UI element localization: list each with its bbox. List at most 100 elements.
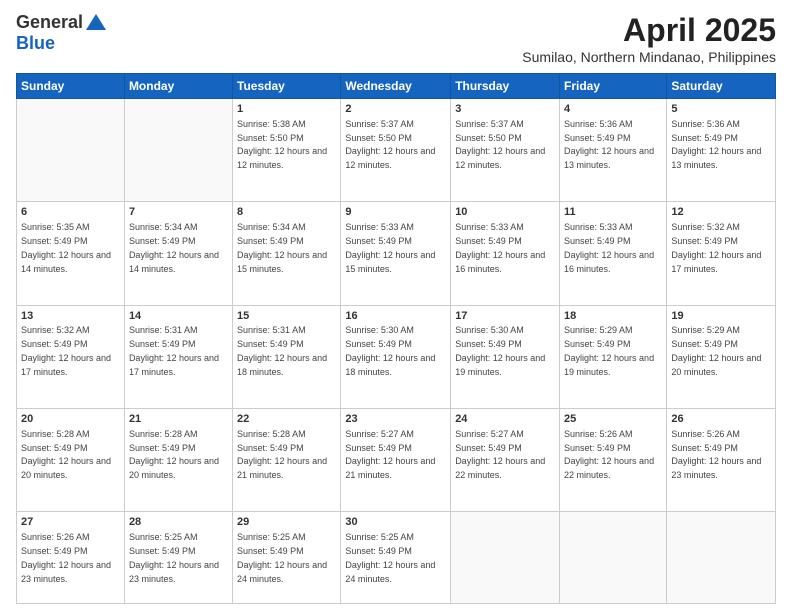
day-cell-14: 14 Sunrise: 5:31 AMSunset: 5:49 PMDaylig…	[124, 305, 232, 408]
day-info: Sunrise: 5:37 AMSunset: 5:50 PMDaylight:…	[345, 119, 435, 170]
day-number: 2	[345, 102, 446, 117]
day-info: Sunrise: 5:33 AMSunset: 5:49 PMDaylight:…	[455, 222, 545, 273]
table-row: 1 Sunrise: 5:38 AMSunset: 5:50 PMDayligh…	[17, 99, 776, 202]
day-cell-22: 22 Sunrise: 5:28 AMSunset: 5:49 PMDaylig…	[233, 408, 341, 511]
day-cell-29: 29 Sunrise: 5:25 AMSunset: 5:49 PMDaylig…	[233, 512, 341, 604]
header-tuesday: Tuesday	[233, 74, 341, 99]
day-info: Sunrise: 5:33 AMSunset: 5:49 PMDaylight:…	[564, 222, 654, 273]
day-number: 14	[129, 309, 228, 324]
table-row: 20 Sunrise: 5:28 AMSunset: 5:49 PMDaylig…	[17, 408, 776, 511]
day-cell-13: 13 Sunrise: 5:32 AMSunset: 5:49 PMDaylig…	[17, 305, 125, 408]
day-cell-1: 1 Sunrise: 5:38 AMSunset: 5:50 PMDayligh…	[233, 99, 341, 202]
day-number: 10	[455, 205, 555, 220]
day-info: Sunrise: 5:29 AMSunset: 5:49 PMDaylight:…	[671, 325, 761, 376]
title-month: April 2025	[522, 12, 776, 49]
day-info: Sunrise: 5:32 AMSunset: 5:49 PMDaylight:…	[21, 325, 111, 376]
day-number: 5	[671, 102, 771, 117]
day-cell-25: 25 Sunrise: 5:26 AMSunset: 5:49 PMDaylig…	[560, 408, 667, 511]
weekday-header-row: Sunday Monday Tuesday Wednesday Thursday…	[17, 74, 776, 99]
day-number: 22	[237, 412, 336, 427]
day-number: 18	[564, 309, 662, 324]
day-number: 24	[455, 412, 555, 427]
day-cell-16: 16 Sunrise: 5:30 AMSunset: 5:49 PMDaylig…	[341, 305, 451, 408]
day-cell-2: 2 Sunrise: 5:37 AMSunset: 5:50 PMDayligh…	[341, 99, 451, 202]
day-cell-10: 10 Sunrise: 5:33 AMSunset: 5:49 PMDaylig…	[451, 202, 560, 305]
empty-cell	[451, 512, 560, 604]
day-number: 8	[237, 205, 336, 220]
day-cell-12: 12 Sunrise: 5:32 AMSunset: 5:49 PMDaylig…	[667, 202, 776, 305]
header-thursday: Thursday	[451, 74, 560, 99]
day-number: 20	[21, 412, 120, 427]
day-info: Sunrise: 5:27 AMSunset: 5:49 PMDaylight:…	[455, 429, 545, 480]
day-info: Sunrise: 5:29 AMSunset: 5:49 PMDaylight:…	[564, 325, 654, 376]
day-info: Sunrise: 5:27 AMSunset: 5:49 PMDaylight:…	[345, 429, 435, 480]
day-cell-27: 27 Sunrise: 5:26 AMSunset: 5:49 PMDaylig…	[17, 512, 125, 604]
day-cell-11: 11 Sunrise: 5:33 AMSunset: 5:49 PMDaylig…	[560, 202, 667, 305]
table-row: 6 Sunrise: 5:35 AMSunset: 5:49 PMDayligh…	[17, 202, 776, 305]
table-row: 13 Sunrise: 5:32 AMSunset: 5:49 PMDaylig…	[17, 305, 776, 408]
day-cell-5: 5 Sunrise: 5:36 AMSunset: 5:49 PMDayligh…	[667, 99, 776, 202]
day-number: 7	[129, 205, 228, 220]
header: General Blue April 2025 Sumilao, Norther…	[16, 12, 776, 65]
day-info: Sunrise: 5:25 AMSunset: 5:49 PMDaylight:…	[129, 532, 219, 583]
day-info: Sunrise: 5:26 AMSunset: 5:49 PMDaylight:…	[671, 429, 761, 480]
title-block: April 2025 Sumilao, Northern Mindanao, P…	[522, 12, 776, 65]
title-location: Sumilao, Northern Mindanao, Philippines	[522, 49, 776, 65]
day-info: Sunrise: 5:34 AMSunset: 5:49 PMDaylight:…	[129, 222, 219, 273]
day-number: 11	[564, 205, 662, 220]
table-row: 27 Sunrise: 5:26 AMSunset: 5:49 PMDaylig…	[17, 512, 776, 604]
day-number: 26	[671, 412, 771, 427]
day-number: 1	[237, 102, 336, 117]
day-cell-24: 24 Sunrise: 5:27 AMSunset: 5:49 PMDaylig…	[451, 408, 560, 511]
header-monday: Monday	[124, 74, 232, 99]
day-info: Sunrise: 5:31 AMSunset: 5:49 PMDaylight:…	[129, 325, 219, 376]
day-number: 12	[671, 205, 771, 220]
day-info: Sunrise: 5:36 AMSunset: 5:49 PMDaylight:…	[564, 119, 654, 170]
day-number: 19	[671, 309, 771, 324]
day-info: Sunrise: 5:28 AMSunset: 5:49 PMDaylight:…	[21, 429, 111, 480]
day-info: Sunrise: 5:38 AMSunset: 5:50 PMDaylight:…	[237, 119, 327, 170]
empty-cell	[124, 99, 232, 202]
day-cell-26: 26 Sunrise: 5:26 AMSunset: 5:49 PMDaylig…	[667, 408, 776, 511]
day-info: Sunrise: 5:26 AMSunset: 5:49 PMDaylight:…	[21, 532, 111, 583]
logo: General Blue	[16, 12, 107, 54]
day-cell-3: 3 Sunrise: 5:37 AMSunset: 5:50 PMDayligh…	[451, 99, 560, 202]
day-info: Sunrise: 5:35 AMSunset: 5:49 PMDaylight:…	[21, 222, 111, 273]
day-number: 27	[21, 515, 120, 530]
day-info: Sunrise: 5:30 AMSunset: 5:49 PMDaylight:…	[345, 325, 435, 376]
day-cell-30: 30 Sunrise: 5:25 AMSunset: 5:49 PMDaylig…	[341, 512, 451, 604]
day-cell-17: 17 Sunrise: 5:30 AMSunset: 5:49 PMDaylig…	[451, 305, 560, 408]
logo-general: General	[16, 13, 83, 33]
day-cell-20: 20 Sunrise: 5:28 AMSunset: 5:49 PMDaylig…	[17, 408, 125, 511]
day-info: Sunrise: 5:32 AMSunset: 5:49 PMDaylight:…	[671, 222, 761, 273]
day-info: Sunrise: 5:28 AMSunset: 5:49 PMDaylight:…	[129, 429, 219, 480]
day-info: Sunrise: 5:37 AMSunset: 5:50 PMDaylight:…	[455, 119, 545, 170]
empty-cell	[667, 512, 776, 604]
day-number: 28	[129, 515, 228, 530]
header-wednesday: Wednesday	[341, 74, 451, 99]
day-number: 6	[21, 205, 120, 220]
day-cell-4: 4 Sunrise: 5:36 AMSunset: 5:49 PMDayligh…	[560, 99, 667, 202]
day-cell-28: 28 Sunrise: 5:25 AMSunset: 5:49 PMDaylig…	[124, 512, 232, 604]
day-cell-9: 9 Sunrise: 5:33 AMSunset: 5:49 PMDayligh…	[341, 202, 451, 305]
day-number: 23	[345, 412, 446, 427]
day-info: Sunrise: 5:31 AMSunset: 5:49 PMDaylight:…	[237, 325, 327, 376]
day-number: 25	[564, 412, 662, 427]
day-info: Sunrise: 5:33 AMSunset: 5:49 PMDaylight:…	[345, 222, 435, 273]
day-cell-23: 23 Sunrise: 5:27 AMSunset: 5:49 PMDaylig…	[341, 408, 451, 511]
day-cell-18: 18 Sunrise: 5:29 AMSunset: 5:49 PMDaylig…	[560, 305, 667, 408]
day-info: Sunrise: 5:30 AMSunset: 5:49 PMDaylight:…	[455, 325, 545, 376]
calendar-table: Sunday Monday Tuesday Wednesday Thursday…	[16, 73, 776, 604]
day-info: Sunrise: 5:26 AMSunset: 5:49 PMDaylight:…	[564, 429, 654, 480]
day-number: 30	[345, 515, 446, 530]
day-cell-7: 7 Sunrise: 5:34 AMSunset: 5:49 PMDayligh…	[124, 202, 232, 305]
day-number: 13	[21, 309, 120, 324]
empty-cell	[560, 512, 667, 604]
day-info: Sunrise: 5:25 AMSunset: 5:49 PMDaylight:…	[237, 532, 327, 583]
day-cell-8: 8 Sunrise: 5:34 AMSunset: 5:49 PMDayligh…	[233, 202, 341, 305]
page: General Blue April 2025 Sumilao, Norther…	[0, 0, 792, 612]
day-info: Sunrise: 5:34 AMSunset: 5:49 PMDaylight:…	[237, 222, 327, 273]
day-number: 15	[237, 309, 336, 324]
day-info: Sunrise: 5:28 AMSunset: 5:49 PMDaylight:…	[237, 429, 327, 480]
empty-cell	[17, 99, 125, 202]
